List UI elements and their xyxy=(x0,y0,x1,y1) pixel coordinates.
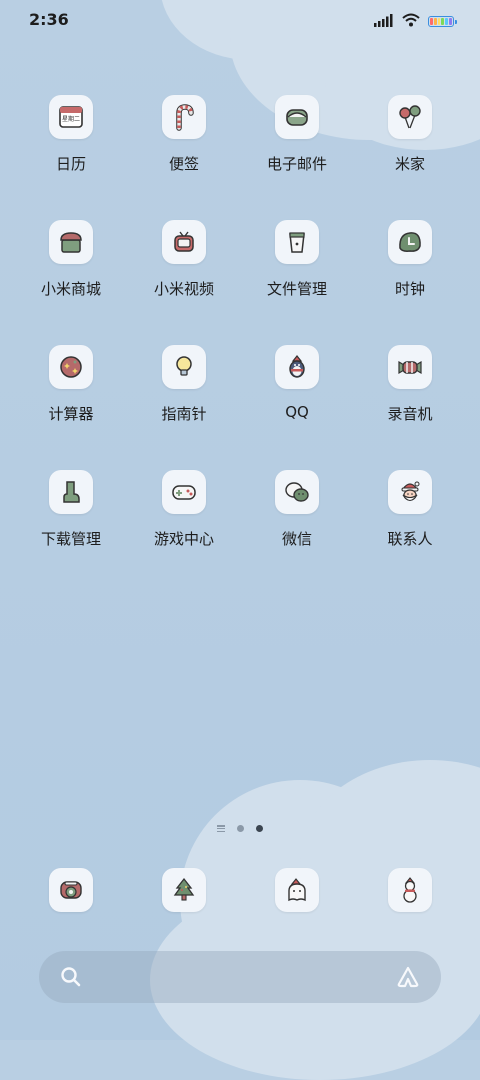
candy-cane-icon xyxy=(162,95,206,139)
app-label: 指南针 xyxy=(161,405,207,423)
app-label: 游戏中心 xyxy=(153,530,214,548)
assistant-icon[interactable] xyxy=(395,965,421,993)
app-label: 米家 xyxy=(394,155,425,173)
app-mijia[interactable]: 米家 xyxy=(360,95,460,174)
calendar-icon: 星期二 xyxy=(49,95,93,139)
snowman-icon[interactable] xyxy=(388,868,432,912)
app-file-manager[interactable]: 文件管理 xyxy=(247,220,347,299)
christmas-tree-icon[interactable] xyxy=(162,868,206,912)
lightbulb-icon xyxy=(162,345,206,389)
app-label: 录音机 xyxy=(387,405,433,423)
app-email[interactable]: 电子邮件 xyxy=(247,95,347,174)
phone-icon[interactable] xyxy=(49,868,93,912)
app-label: 微信 xyxy=(281,530,312,548)
penguin-icon xyxy=(275,345,319,389)
chat-bubbles-icon xyxy=(275,470,319,514)
cake-shop-icon xyxy=(49,220,93,264)
page-dot-active xyxy=(256,825,263,832)
app-label: 电子邮件 xyxy=(266,155,327,173)
app-downloads[interactable]: 下载管理 xyxy=(21,470,121,549)
battery-icon xyxy=(428,16,457,27)
clock-icon xyxy=(388,220,432,264)
cup-icon xyxy=(275,220,319,264)
app-qq[interactable]: QQ xyxy=(247,345,347,421)
app-label: 文件管理 xyxy=(266,280,327,298)
wifi-icon xyxy=(402,12,420,31)
email-icon xyxy=(275,95,319,139)
app-clock[interactable]: 时钟 xyxy=(360,220,460,299)
app-label: 联系人 xyxy=(387,530,433,548)
svg-text:星期二: 星期二 xyxy=(62,115,80,123)
candy-icon xyxy=(388,345,432,389)
app-compass[interactable]: 指南针 xyxy=(134,345,234,424)
app-label: 下载管理 xyxy=(40,530,101,548)
app-game-center[interactable]: 游戏中心 xyxy=(134,470,234,549)
app-label: 小米商城 xyxy=(40,280,101,298)
app-label: 小米视频 xyxy=(153,280,214,298)
gamepad-icon xyxy=(162,470,206,514)
mitten-icon xyxy=(49,470,93,514)
minus-one-screen-indicator xyxy=(217,825,225,832)
app-contacts[interactable]: 联系人 xyxy=(360,470,460,549)
page-indicator[interactable] xyxy=(0,825,480,832)
status-time: 2:36 xyxy=(29,10,69,29)
app-calendar[interactable]: 星期二 日历 xyxy=(21,95,121,174)
santa-icon xyxy=(388,470,432,514)
status-bar: 2:36 xyxy=(0,0,480,40)
app-notes[interactable]: 便签 xyxy=(134,95,234,174)
status-icons xyxy=(374,12,457,31)
tv-icon xyxy=(162,220,206,264)
app-label: 计算器 xyxy=(48,405,94,423)
app-calculator[interactable]: 计算器 xyxy=(21,345,121,424)
ornament-icon xyxy=(49,345,93,389)
page-dot xyxy=(237,825,244,832)
balloons-icon xyxy=(388,95,432,139)
app-label: 时钟 xyxy=(394,280,425,298)
app-mi-video[interactable]: 小米视频 xyxy=(134,220,234,299)
app-mi-store[interactable]: 小米商城 xyxy=(21,220,121,299)
search-icon xyxy=(59,965,83,993)
signal-icon xyxy=(374,12,394,31)
app-label: QQ xyxy=(285,403,309,421)
search-bar[interactable] xyxy=(39,951,441,1003)
app-recorder[interactable]: 录音机 xyxy=(360,345,460,424)
ghost-icon[interactable] xyxy=(275,868,319,912)
app-label: 日历 xyxy=(55,155,86,173)
app-wechat[interactable]: 微信 xyxy=(247,470,347,549)
app-label: 便签 xyxy=(168,155,199,173)
